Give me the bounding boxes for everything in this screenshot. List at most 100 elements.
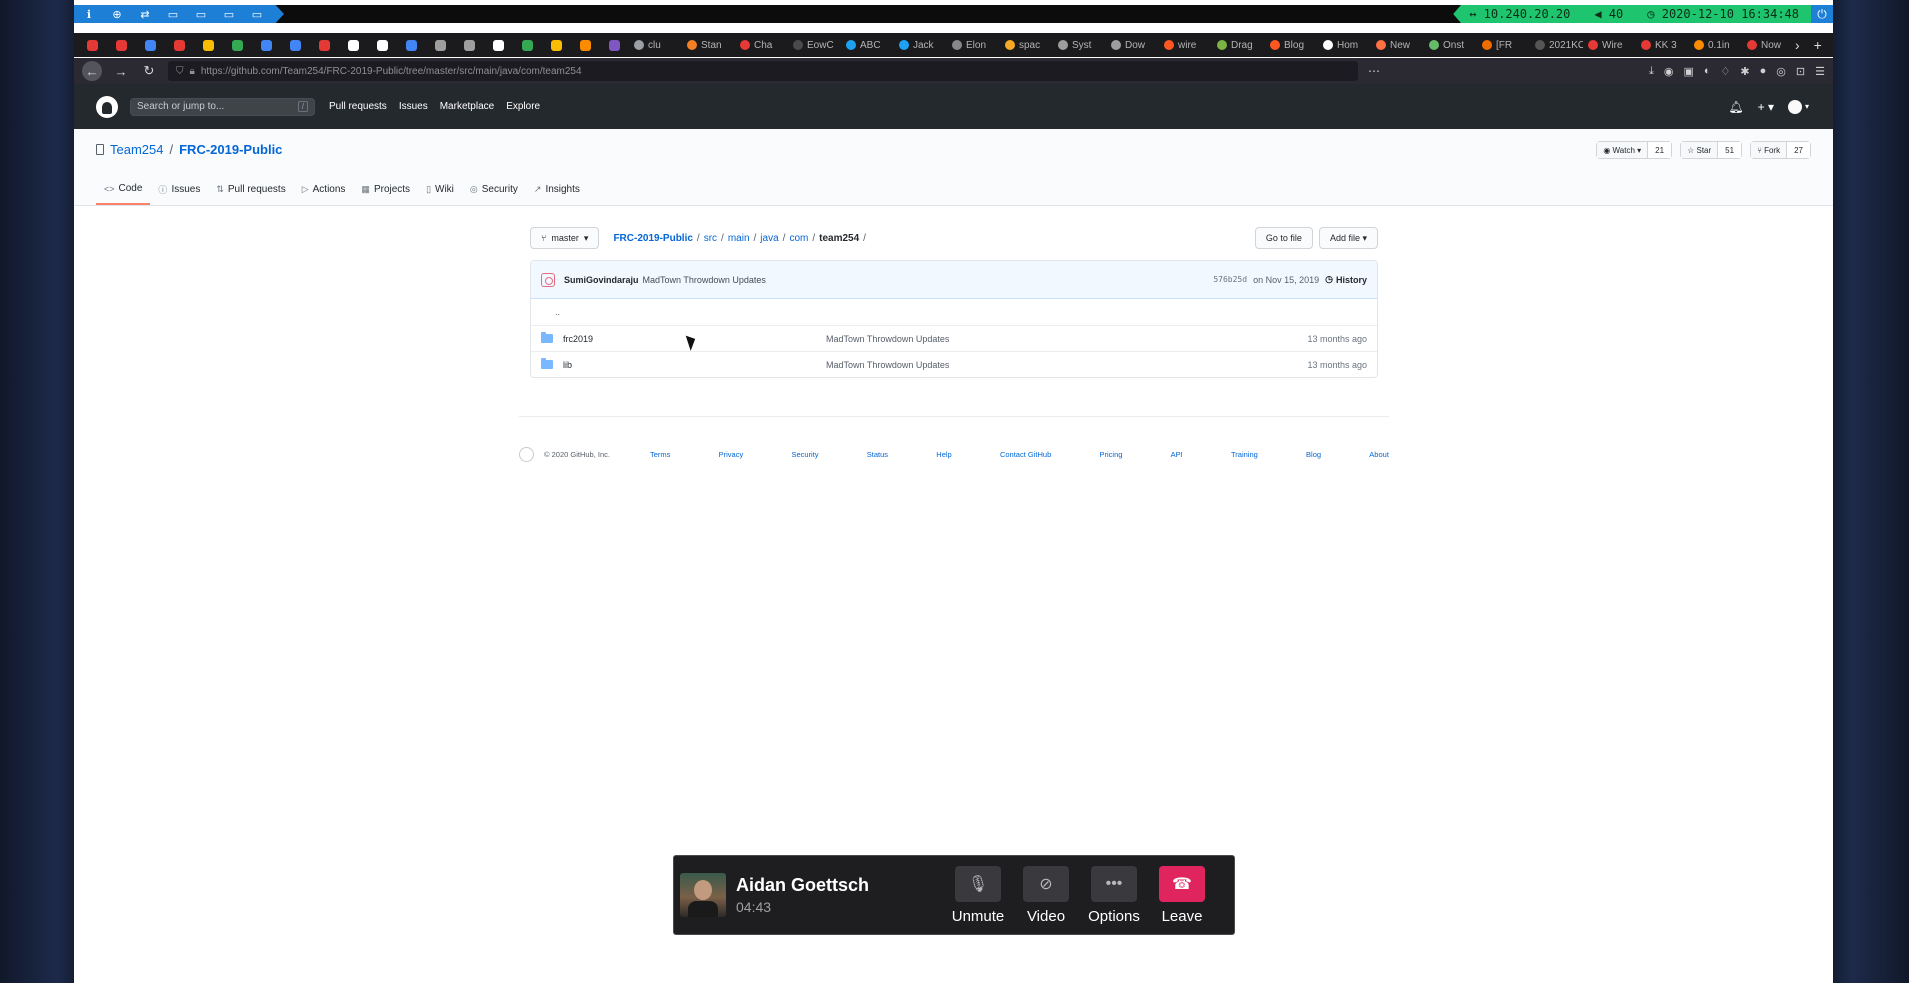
nav-pull-requests[interactable]: Pull requests xyxy=(329,101,387,112)
browser-tab[interactable]: Blog xyxy=(1265,33,1318,57)
pinned-tab[interactable] xyxy=(339,33,368,57)
breadcrumb-java[interactable]: java xyxy=(760,233,778,244)
pinned-tab[interactable] xyxy=(107,33,136,57)
more-icon[interactable]: ••• xyxy=(1091,865,1137,902)
browser-tab[interactable]: Drag xyxy=(1212,33,1265,57)
breadcrumb-com[interactable]: com xyxy=(789,233,808,244)
footer-link[interactable]: Privacy xyxy=(719,450,744,459)
file-commit-message[interactable]: MadTown Throwdown Updates xyxy=(826,334,949,344)
unmute-button[interactable]: 🎙︎ Unmute xyxy=(950,865,1006,925)
extension-icon[interactable]: ● xyxy=(1760,65,1767,78)
tab-code[interactable]: <> Code xyxy=(96,174,151,205)
browser-tab[interactable]: New xyxy=(1371,33,1424,57)
tab-actions[interactable]: ▷ Actions xyxy=(294,174,354,205)
repo-name-link[interactable]: FRC-2019-Public xyxy=(179,142,282,157)
browser-tab[interactable]: Dow xyxy=(1106,33,1159,57)
tab-security[interactable]: ◎ Security xyxy=(462,174,526,205)
commit-message[interactable]: MadTown Throwdown Updates xyxy=(643,275,766,285)
pinned-tab[interactable] xyxy=(455,33,484,57)
browser-tab[interactable]: KK 3 xyxy=(1636,33,1689,57)
nav-issues[interactable]: Issues xyxy=(399,101,428,112)
extension-icon[interactable]: ⊡ xyxy=(1796,65,1805,78)
pinned-tab[interactable] xyxy=(223,33,252,57)
monitor-icon[interactable]: ▭ xyxy=(192,8,210,21)
browser-tab[interactable]: EowC xyxy=(788,33,841,57)
leave-button[interactable]: ☎ Leave xyxy=(1154,865,1210,925)
bell-icon[interactable]: 🔔︎ xyxy=(1728,100,1743,114)
volume-status[interactable]: ◀ 40 xyxy=(1582,5,1636,23)
footer-link[interactable]: Pricing xyxy=(1099,450,1122,459)
browser-tab[interactable]: spac xyxy=(1000,33,1053,57)
browser-tab[interactable]: [FR xyxy=(1477,33,1530,57)
bulb-icon[interactable]: ♢ xyxy=(1721,65,1731,78)
tab-issues[interactable]: ⓘ Issues xyxy=(150,174,208,205)
pinned-tab[interactable] xyxy=(252,33,281,57)
fork-button[interactable]: ⑂ Fork 27 xyxy=(1750,141,1811,159)
extension-icon[interactable]: ◐ xyxy=(1704,65,1711,78)
file-commit-message[interactable]: MadTown Throwdown Updates xyxy=(826,360,949,370)
parent-directory-row[interactable]: .. xyxy=(531,299,1377,325)
plus-dropdown-icon[interactable]: + ▾ xyxy=(1758,100,1774,114)
pinned-tab[interactable] xyxy=(397,33,426,57)
url-bar[interactable]: ⛉ 🔒︎ https://github.com/Team254/FRC-2019… xyxy=(168,61,1358,81)
extension-icon[interactable]: ◎ xyxy=(1776,65,1786,78)
options-button[interactable]: ••• Options xyxy=(1086,865,1142,925)
pinned-tab[interactable] xyxy=(281,33,310,57)
globe-icon[interactable]: ⊕ xyxy=(108,8,126,21)
back-icon[interactable]: ← xyxy=(82,61,102,81)
avatar[interactable] xyxy=(541,272,555,287)
footer-link[interactable]: API xyxy=(1171,450,1183,459)
pinned-tab[interactable] xyxy=(484,33,513,57)
forward-icon[interactable]: → xyxy=(112,64,130,79)
reload-icon[interactable]: ↻ xyxy=(140,63,158,79)
file-name-link[interactable]: lib xyxy=(563,360,826,370)
table-row[interactable]: frc2019 MadTown Throwdown Updates 13 mon… xyxy=(531,325,1377,351)
pinned-tab[interactable] xyxy=(426,33,455,57)
tab-pull-requests[interactable]: ⇅ Pull requests xyxy=(208,174,293,205)
browser-tab[interactable]: ABC xyxy=(841,33,894,57)
repo-owner-link[interactable]: Team254 xyxy=(110,142,163,157)
breadcrumb-src[interactable]: src xyxy=(704,233,717,244)
nav-marketplace[interactable]: Marketplace xyxy=(440,101,494,112)
pinned-tab[interactable] xyxy=(136,33,165,57)
watch-count[interactable]: 21 xyxy=(1648,142,1672,158)
star-count[interactable]: 51 xyxy=(1718,142,1742,158)
monitor-icon[interactable]: ▭ xyxy=(248,8,266,21)
browser-tab[interactable]: wire xyxy=(1159,33,1212,57)
watch-button[interactable]: ◉ Watch ▾ 21 xyxy=(1596,141,1673,159)
browser-tab[interactable]: Cha xyxy=(735,33,788,57)
browser-tab[interactable]: Wire xyxy=(1583,33,1636,57)
download-icon[interactable]: ⤓ xyxy=(1649,65,1654,78)
github-logo-icon[interactable] xyxy=(96,95,118,118)
mic-off-icon[interactable]: 🎙︎ xyxy=(955,865,1001,902)
footer-link[interactable]: Status xyxy=(867,450,888,459)
pinned-tab[interactable] xyxy=(571,33,600,57)
pinned-tab[interactable] xyxy=(310,33,339,57)
footer-link[interactable]: Training xyxy=(1231,450,1258,459)
parent-directory-link[interactable]: .. xyxy=(541,307,560,317)
search-input[interactable]: Search or jump to... / xyxy=(130,97,315,116)
pinned-tab[interactable] xyxy=(194,33,223,57)
go-to-file-button[interactable]: Go to file xyxy=(1254,227,1313,249)
star-button[interactable]: ☆ Star 51 xyxy=(1680,141,1743,159)
nav-explore[interactable]: Explore xyxy=(506,101,540,112)
hang-up-icon[interactable]: ☎ xyxy=(1159,865,1205,902)
switch-icon[interactable]: ⇄ xyxy=(136,8,154,21)
history-link[interactable]: ◷ History xyxy=(1325,274,1367,285)
pinned-tab[interactable] xyxy=(78,33,107,57)
browser-tab[interactable]: Jack xyxy=(894,33,947,57)
shield-icon[interactable]: ⛉ xyxy=(176,66,184,77)
footer-link[interactable]: Blog xyxy=(1306,450,1321,459)
browser-tab[interactable]: 0.1in xyxy=(1689,33,1742,57)
browser-tab[interactable]: 2021KO xyxy=(1530,33,1583,57)
tab-projects[interactable]: ▦ Projects xyxy=(353,174,418,205)
pinned-tab[interactable] xyxy=(600,33,629,57)
new-tab-icon[interactable]: + xyxy=(1814,37,1822,54)
monitor-icon[interactable]: ▭ xyxy=(220,8,238,21)
github-logo-icon[interactable] xyxy=(519,447,534,462)
tab-scroll-right-icon[interactable]: › xyxy=(1795,37,1800,54)
footer-link[interactable]: Help xyxy=(936,450,951,459)
account-icon[interactable]: ◉ xyxy=(1664,65,1674,78)
power-icon[interactable]: ⏻ xyxy=(1811,5,1833,23)
browser-tab[interactable]: clu xyxy=(629,33,682,57)
